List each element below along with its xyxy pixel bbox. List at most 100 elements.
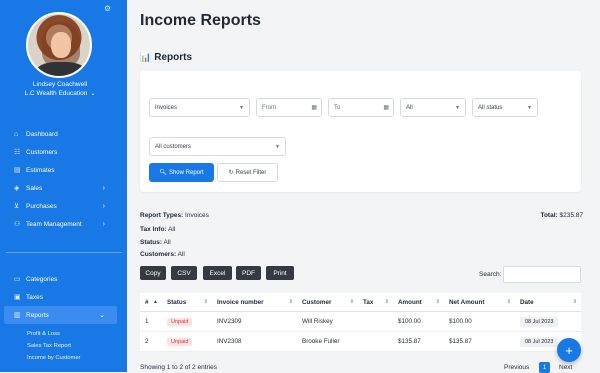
calendar-icon: ▦ xyxy=(311,105,317,111)
cell-invoice-number: INV2308 xyxy=(217,338,242,345)
cell-net-amount: $135.87 xyxy=(449,338,472,345)
reset-filter-label: Reset Filter xyxy=(235,169,267,176)
header-label: Customer xyxy=(302,298,332,306)
cell-customer: Brooke Fuller xyxy=(302,338,340,345)
customer-select[interactable]: All customers ▼ xyxy=(149,137,286,156)
sort-asc-icon: ▲ xyxy=(153,299,158,305)
csv-button[interactable]: CSV xyxy=(171,266,197,280)
income-table: # ▲ Status ⇕ Invoice number ⇕ Customer ⇕ Tax… xyxy=(140,293,581,352)
summary-value: Invoices xyxy=(185,212,209,219)
copy-button[interactable]: Copy xyxy=(140,266,166,280)
show-report-button[interactable]: 🔍︎ Show Report xyxy=(149,163,214,182)
search-label: Search: xyxy=(479,271,502,278)
status-select[interactable]: All status ▼ xyxy=(472,98,538,117)
sidebar-item-label: Customers xyxy=(26,148,58,156)
column-header-tax[interactable]: Tax ⇕ xyxy=(358,293,393,311)
sidebar-subitem-profit-loss[interactable]: Profit & Loss xyxy=(0,328,127,340)
column-header-net-amount[interactable]: Net Amount ⇕ xyxy=(444,293,515,311)
sidebar-item-categories[interactable]: ▭ Categories xyxy=(0,270,127,288)
pagination-previous[interactable]: Previous xyxy=(504,364,529,371)
excel-button[interactable]: Excel xyxy=(203,266,232,280)
sidebar-item-label: Reports xyxy=(26,311,49,319)
users-icon: ☷ xyxy=(14,149,21,156)
search-input[interactable] xyxy=(503,266,581,283)
sidebar-item-label: Dashboard xyxy=(26,130,58,138)
sidebar-item-team-management[interactable]: ⚇ Team Management › xyxy=(0,215,127,233)
pdf-button[interactable]: PDF xyxy=(236,266,261,280)
sidebar-item-taxes[interactable]: ▣ Taxes xyxy=(0,288,127,306)
table-row[interactable]: 1 Unpaid INV2309 Will Riskey $100.00 $10… xyxy=(140,312,581,332)
avatar[interactable] xyxy=(26,12,92,78)
cell-amount: $135.87 xyxy=(398,338,421,345)
report-type-select[interactable]: Invoices ▼ xyxy=(149,98,250,117)
date-chip: 08 Jul 2023 xyxy=(520,336,559,347)
column-header-date[interactable]: Date ⇕ xyxy=(515,293,581,311)
chevron-right-icon: › xyxy=(102,184,105,192)
to-date-field[interactable]: To ▦ xyxy=(328,98,394,117)
chart-icon: 📊 xyxy=(140,52,152,62)
sidebar-item-sales[interactable]: ◈ Sales › xyxy=(0,179,127,197)
chevron-down-icon: ▼ xyxy=(239,104,244,111)
sort-icon: ⇕ xyxy=(288,299,293,305)
column-header-status[interactable]: Status ⇕ xyxy=(162,293,212,311)
sidebar-item-label: Estimates xyxy=(26,166,55,174)
summary-value: All xyxy=(177,251,185,258)
sidebar-item-estimates[interactable]: ▤ Estimates xyxy=(0,161,127,179)
total-value: $235.87 xyxy=(559,212,584,219)
cell-net-amount: $100.00 xyxy=(449,318,472,325)
report-type-value: Invoices xyxy=(155,104,178,111)
total-label: Total: xyxy=(540,212,558,219)
folder-icon: ▭ xyxy=(14,276,21,283)
sort-icon: ⇕ xyxy=(435,299,440,305)
header-label: Amount xyxy=(398,298,422,306)
chevron-down-icon: ▼ xyxy=(455,104,460,111)
header-label: Tax xyxy=(363,298,374,306)
chevron-down-icon: ▼ xyxy=(275,143,280,150)
column-header-number[interactable]: # ▲ xyxy=(140,293,162,311)
summary-label: Tax Info: xyxy=(140,226,167,233)
summary-value: All xyxy=(168,226,176,233)
add-button[interactable]: + xyxy=(557,338,581,362)
from-date-field[interactable]: From ▦ xyxy=(256,98,322,117)
column-header-invoice-number[interactable]: Invoice number ⇕ xyxy=(212,293,297,311)
summary-customers: Customers: All xyxy=(140,251,185,258)
cell-date: 08 Jul 2023 xyxy=(515,312,581,331)
reset-filter-button[interactable]: ↻ Reset Filter xyxy=(217,163,278,182)
sidebar-subitem-income-by-customer[interactable]: Income by Customer xyxy=(0,352,127,364)
column-header-amount[interactable]: Amount ⇕ xyxy=(393,293,444,311)
cell-tax xyxy=(358,332,393,351)
status-badge: Unpaid xyxy=(167,317,193,326)
sidebar-item-label: Purchases xyxy=(26,202,57,210)
sidebar-item-customers[interactable]: ☷ Customers xyxy=(0,143,127,161)
sidebar-subitem-sales-tax-report[interactable]: Sales Tax Report xyxy=(0,340,127,352)
summary-report-types: Report Types: Invoices xyxy=(140,212,209,219)
cell-invoice-number: INV2309 xyxy=(217,318,242,325)
sidebar-item-reports[interactable]: ▥ Reports ⌄ xyxy=(4,306,117,324)
sidebar-item-purchases[interactable]: ⊻ Purchases › xyxy=(0,197,127,215)
summary-status: Status: All xyxy=(140,239,171,246)
pagination-next[interactable]: Next xyxy=(559,364,572,371)
user-name: Lindsey Coachwell xyxy=(32,81,88,88)
chevron-down-icon: ▼ xyxy=(527,104,532,111)
gear-icon[interactable]: ⚙ xyxy=(104,4,111,13)
sidebar-item-dashboard[interactable]: ⌂ Dashboard xyxy=(0,125,127,143)
company-switcher[interactable]: L.C Wealth Education ⌄ xyxy=(0,90,120,97)
sort-icon: ⇕ xyxy=(506,299,511,305)
column-header-customer[interactable]: Customer ⇕ xyxy=(297,293,358,311)
chevron-right-icon: › xyxy=(102,220,105,228)
sidebar-item-label: Team Management xyxy=(26,220,82,228)
status-value: All status xyxy=(478,104,503,111)
print-button[interactable]: Print xyxy=(266,266,294,280)
cell-customer: Will Riskey xyxy=(302,318,333,325)
show-report-label: Show Report xyxy=(168,169,204,176)
home-icon: ⌂ xyxy=(14,130,19,138)
sidebar-item-label: Sales xyxy=(26,184,43,192)
pagination-page-1[interactable]: 1 xyxy=(539,362,550,373)
sort-icon: ⇕ xyxy=(203,299,208,305)
tax-select[interactable]: All ▼ xyxy=(400,98,466,117)
team-icon: ⚇ xyxy=(14,221,21,228)
tax-value: All xyxy=(406,104,413,111)
table-row[interactable]: 2 Unpaid INV2308 Brooke Fuller $135.87 $… xyxy=(140,332,581,352)
header-label: Invoice number xyxy=(217,298,264,306)
header-label: Net Amount xyxy=(449,298,485,306)
